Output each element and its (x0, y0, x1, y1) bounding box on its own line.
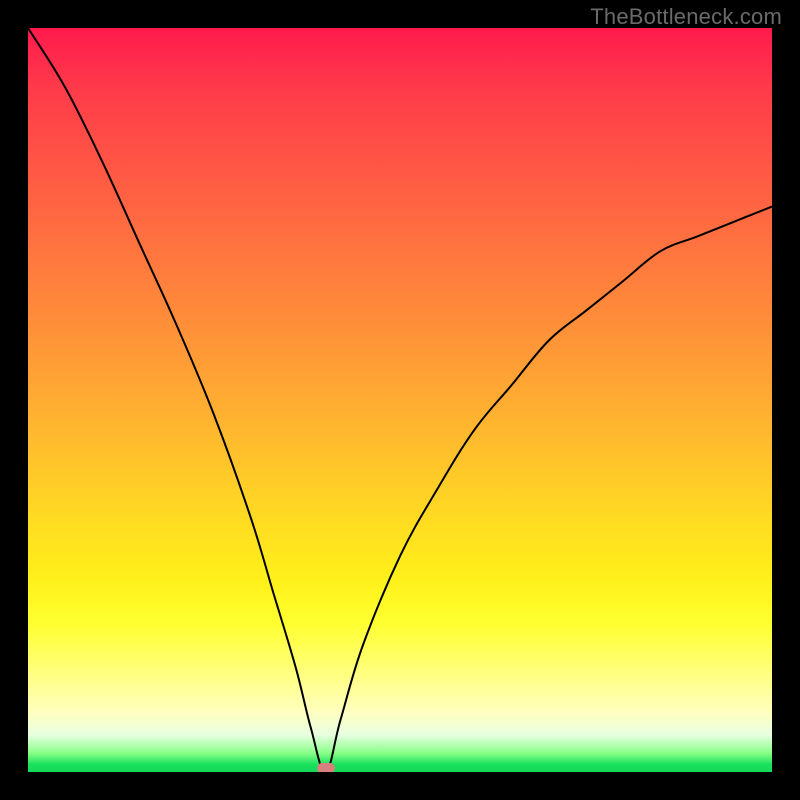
bottleneck-curve (28, 28, 772, 772)
plot-area (28, 28, 772, 772)
chart-frame: TheBottleneck.com (0, 0, 800, 800)
watermark-text: TheBottleneck.com (590, 4, 782, 30)
curve-path (28, 28, 772, 772)
optimum-marker (317, 763, 335, 772)
